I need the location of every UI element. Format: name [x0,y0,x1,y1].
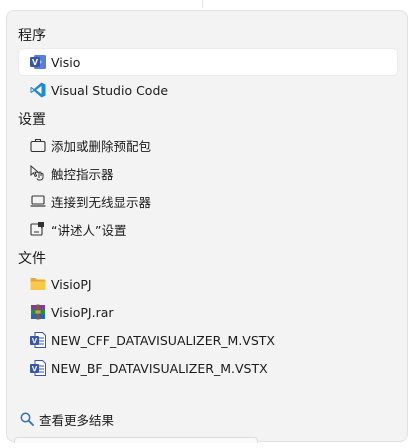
result-label: Visio [51,54,81,70]
result-item-provisioning[interactable]: 添加或删除预配包 [19,132,397,158]
result-item-wireless-display[interactable]: 连接到无线显示器 [19,188,397,214]
divider [202,0,203,8]
search-box-edge[interactable] [14,437,258,443]
section-title-settings: 设置 [18,112,46,128]
result-item-touch-indicator[interactable]: 触控指示器 [19,160,397,186]
visio-template-icon [29,359,47,377]
visio-icon [29,53,47,71]
result-label: Visual Studio Code [51,82,169,98]
narrator-icon [29,220,47,238]
winrar-archive-icon [29,303,47,321]
result-label: 触控指示器 [51,166,114,182]
result-item-visiopj-rar[interactable]: VisioPJ.rar [19,299,397,325]
see-more-results-link[interactable]: 查看更多结果 [19,407,219,431]
laptop-icon [29,192,47,210]
section-title-files: 文件 [18,251,46,267]
window-top-edge [0,0,416,10]
result-label: VisioPJ.rar [51,304,114,320]
see-more-label: 查看更多结果 [39,412,115,428]
search-icon [19,411,35,427]
vscode-icon [29,81,47,99]
result-label: NEW_CFF_DATAVISUALIZER_M.VSTX [51,332,275,348]
result-item-visio[interactable]: Visio [19,49,397,75]
section-title-programs: 程序 [18,28,46,44]
result-item-new-bf-vstx[interactable]: NEW_BF_DATAVISUALIZER_M.VSTX [19,355,397,381]
folder-icon [29,275,47,293]
touch-pointer-icon [29,164,47,182]
result-label: 添加或删除预配包 [51,138,152,154]
search-results-panel: 程序 Visio Visual Studio Code 设置 添加或删除预配包 … [6,10,408,442]
result-item-narrator-settings[interactable]: “讲述人”设置 [19,216,397,242]
result-item-folder-visiopj[interactable]: VisioPJ [19,271,397,297]
result-label: 连接到无线显示器 [51,194,152,210]
visio-template-icon [29,331,47,349]
result-item-vscode[interactable]: Visual Studio Code [19,77,397,103]
briefcase-icon [29,136,47,154]
result-label: NEW_BF_DATAVISUALIZER_M.VSTX [51,360,268,376]
result-label: “讲述人”设置 [51,222,127,238]
result-label: VisioPJ [51,276,92,292]
result-item-new-cff-vstx[interactable]: NEW_CFF_DATAVISUALIZER_M.VSTX [19,327,397,353]
